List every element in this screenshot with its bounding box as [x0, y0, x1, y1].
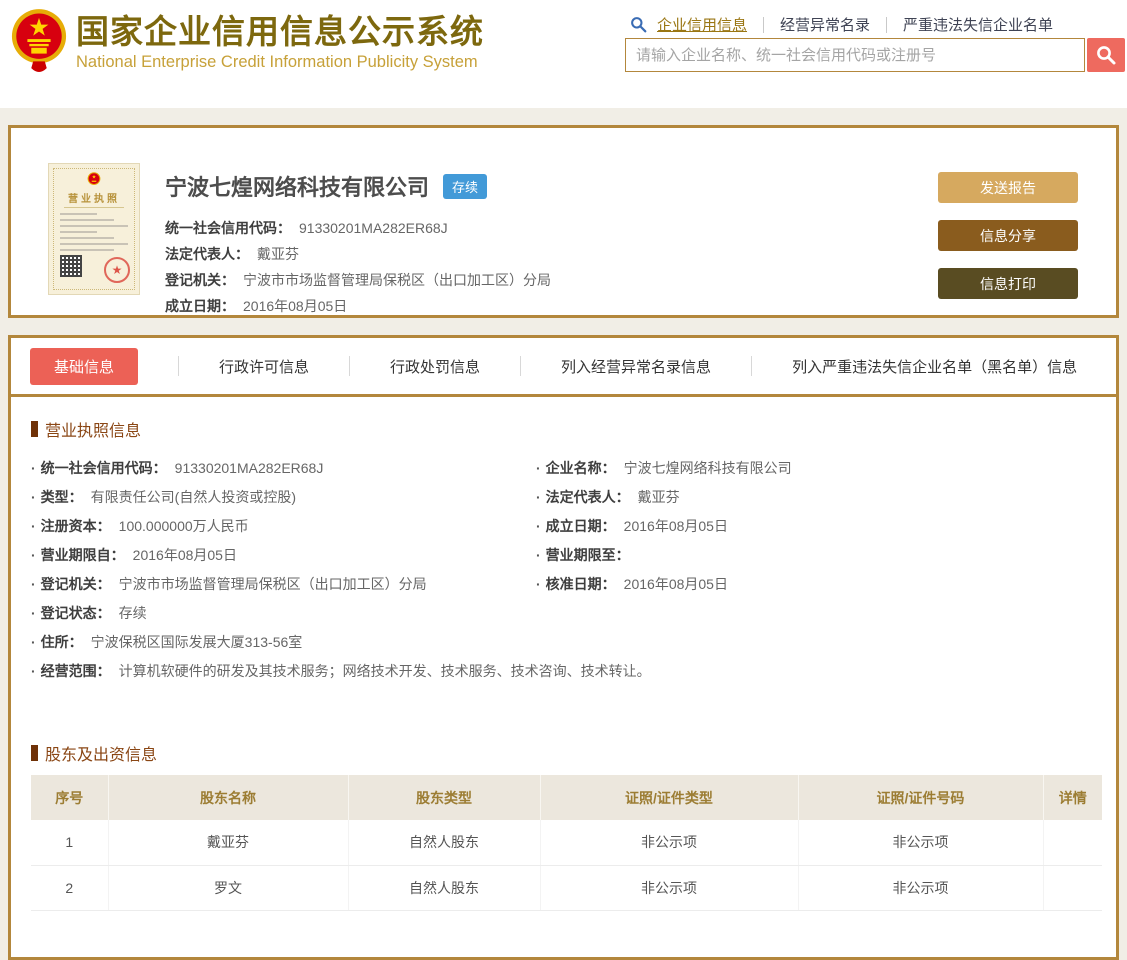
nav-separator: [763, 16, 765, 33]
section-title-shareholders: 股东及出资信息: [31, 741, 1096, 765]
site-header: 国家企业信用信息公示系统 National Enterprise Credit …: [0, 0, 1127, 108]
col-header-cert-type: 证照/证件类型: [539, 775, 798, 820]
field-approval-date: · 核准日期： 2016年08月05日: [536, 576, 728, 592]
field-registered-capital: · 注册资本： 100.000000万人民币: [31, 518, 249, 534]
company-summary-card: 营业执照 ★ 宁波七煌网络科技有限公司 存续 统一社会信用代码： 91330201…: [8, 125, 1119, 318]
tab-blacklist[interactable]: 列入严重违法失信企业名单（黑名单）信息: [792, 356, 1077, 377]
field-registry-authority: · 登记机关： 宁波市市场监督管理局保税区（出口加工区）分局: [31, 576, 427, 592]
business-license-image: 营业执照 ★: [48, 163, 140, 295]
col-header-shareholder-name: 股东名称: [107, 775, 348, 820]
tab-admin-penalty[interactable]: 行政处罚信息: [390, 356, 480, 377]
col-header-detail: 详情: [1042, 775, 1102, 820]
search-icon: [631, 17, 647, 33]
col-header-index: 序号: [31, 775, 108, 820]
summary-field-credit-code: 统一社会信用代码： 91330201MA282ER68J: [165, 220, 448, 236]
field-term-from: · 营业期限自： 2016年08月05日: [31, 547, 237, 563]
table-row: 1 戴亚芬 自然人股东 非公示项 非公示项: [31, 820, 1102, 866]
action-buttons: 发送报告 信息分享 信息打印: [938, 172, 1078, 316]
table-row: 2 罗文 自然人股东 非公示项 非公示项: [31, 865, 1102, 911]
license-divider: [64, 207, 124, 208]
company-info-block: 宁波七煌网络科技有限公司 存续 统一社会信用代码： 91330201MA282ER…: [165, 170, 551, 319]
summary-field-established: 成立日期： 2016年08月05日: [165, 298, 348, 314]
tab-separator: [751, 356, 753, 376]
license-emblem-icon: [87, 172, 101, 186]
section-title-bar: [31, 745, 38, 761]
license-title: 营业执照: [68, 194, 120, 205]
col-header-shareholder-type: 股东类型: [347, 775, 540, 820]
table-header-row: 序号 股东名称 股东类型 证照/证件类型 证照/证件号码 详情: [31, 775, 1102, 820]
print-info-button[interactable]: 信息打印: [938, 268, 1078, 299]
search-button[interactable]: [1087, 38, 1125, 72]
share-info-button[interactable]: 信息分享: [938, 220, 1078, 251]
license-text-lines: [60, 213, 128, 255]
tab-basic-info[interactable]: 基础信息: [30, 347, 139, 385]
license-qr-code: [60, 255, 82, 277]
search-input[interactable]: [625, 38, 1085, 72]
summary-field-legal-rep: 法定代表人： 戴亚芬: [165, 246, 299, 262]
search-button-icon: [1097, 46, 1116, 65]
send-report-button[interactable]: 发送报告: [938, 172, 1078, 203]
field-credit-code: · 统一社会信用代码： 91330201MA282ER68J: [31, 460, 324, 476]
field-established-date: · 成立日期： 2016年08月05日: [536, 518, 728, 534]
company-name: 宁波七煌网络科技有限公司: [165, 175, 430, 200]
site-title: 国家企业信用信息公示系统: [76, 12, 484, 50]
nav-link-blacklist[interactable]: 严重违法失信企业名单: [903, 14, 1053, 35]
header-nav: 企业信用信息 经营异常名录 严重违法失信企业名单: [630, 14, 1053, 35]
site-subtitle: National Enterprise Credit Information P…: [76, 52, 478, 71]
license-info-fields: · 统一社会信用代码： 91330201MA282ER68J · 企业名称： 宁波七煌网…: [31, 454, 1096, 686]
detail-card: 基础信息 行政许可信息 行政处罚信息 列入经营异常名录信息 列入严重违法失信企业…: [8, 335, 1119, 960]
field-company-type: · 类型： 有限责任公司(自然人投资或控股): [31, 489, 296, 505]
field-address: · 住所： 宁波保税区国际发展大厦313-56室: [31, 634, 303, 650]
status-badge: 存续: [443, 173, 488, 199]
field-term-to: · 营业期限至：: [536, 547, 630, 563]
tab-separator: [349, 356, 351, 376]
tab-separator: [520, 356, 522, 376]
field-business-scope: · 经营范围： 计算机软硬件的研发及其技术服务；网络技术开发、技术服务、技术咨询、技…: [31, 663, 651, 679]
nav-link-abnormal-operations[interactable]: 经营异常名录: [780, 14, 870, 35]
tab-bar: 基础信息 行政许可信息 行政处罚信息 列入经营异常名录信息 列入严重违法失信企业…: [11, 338, 1116, 397]
tab-abnormal-list[interactable]: 列入经营异常名录信息: [561, 356, 711, 377]
license-red-seal-icon: ★: [104, 257, 130, 283]
summary-field-registry: 登记机关： 宁波市市场监督管理局保税区（出口加工区）分局: [165, 272, 551, 288]
national-emblem-icon: [11, 9, 67, 72]
site-logo: 国家企业信用信息公示系统 National Enterprise Credit …: [10, 8, 484, 76]
tab-admin-license[interactable]: 行政许可信息: [219, 356, 309, 377]
field-registration-status: · 登记状态： 存续: [31, 605, 147, 621]
shareholders-table: 序号 股东名称 股东类型 证照/证件类型 证照/证件号码 详情 1 戴亚芬 自然…: [31, 775, 1102, 911]
section-title-license-info: 营业执照信息: [31, 417, 1096, 441]
tab-separator: [178, 356, 180, 376]
field-company-name: · 企业名称： 宁波七煌网络科技有限公司: [536, 460, 792, 476]
field-legal-rep: · 法定代表人： 戴亚芬: [536, 489, 680, 505]
section-title-bar: [31, 421, 38, 437]
col-header-cert-number: 证照/证件号码: [797, 775, 1043, 820]
nav-link-enterprise-credit[interactable]: 企业信用信息: [657, 14, 747, 35]
nav-separator: [886, 16, 888, 33]
